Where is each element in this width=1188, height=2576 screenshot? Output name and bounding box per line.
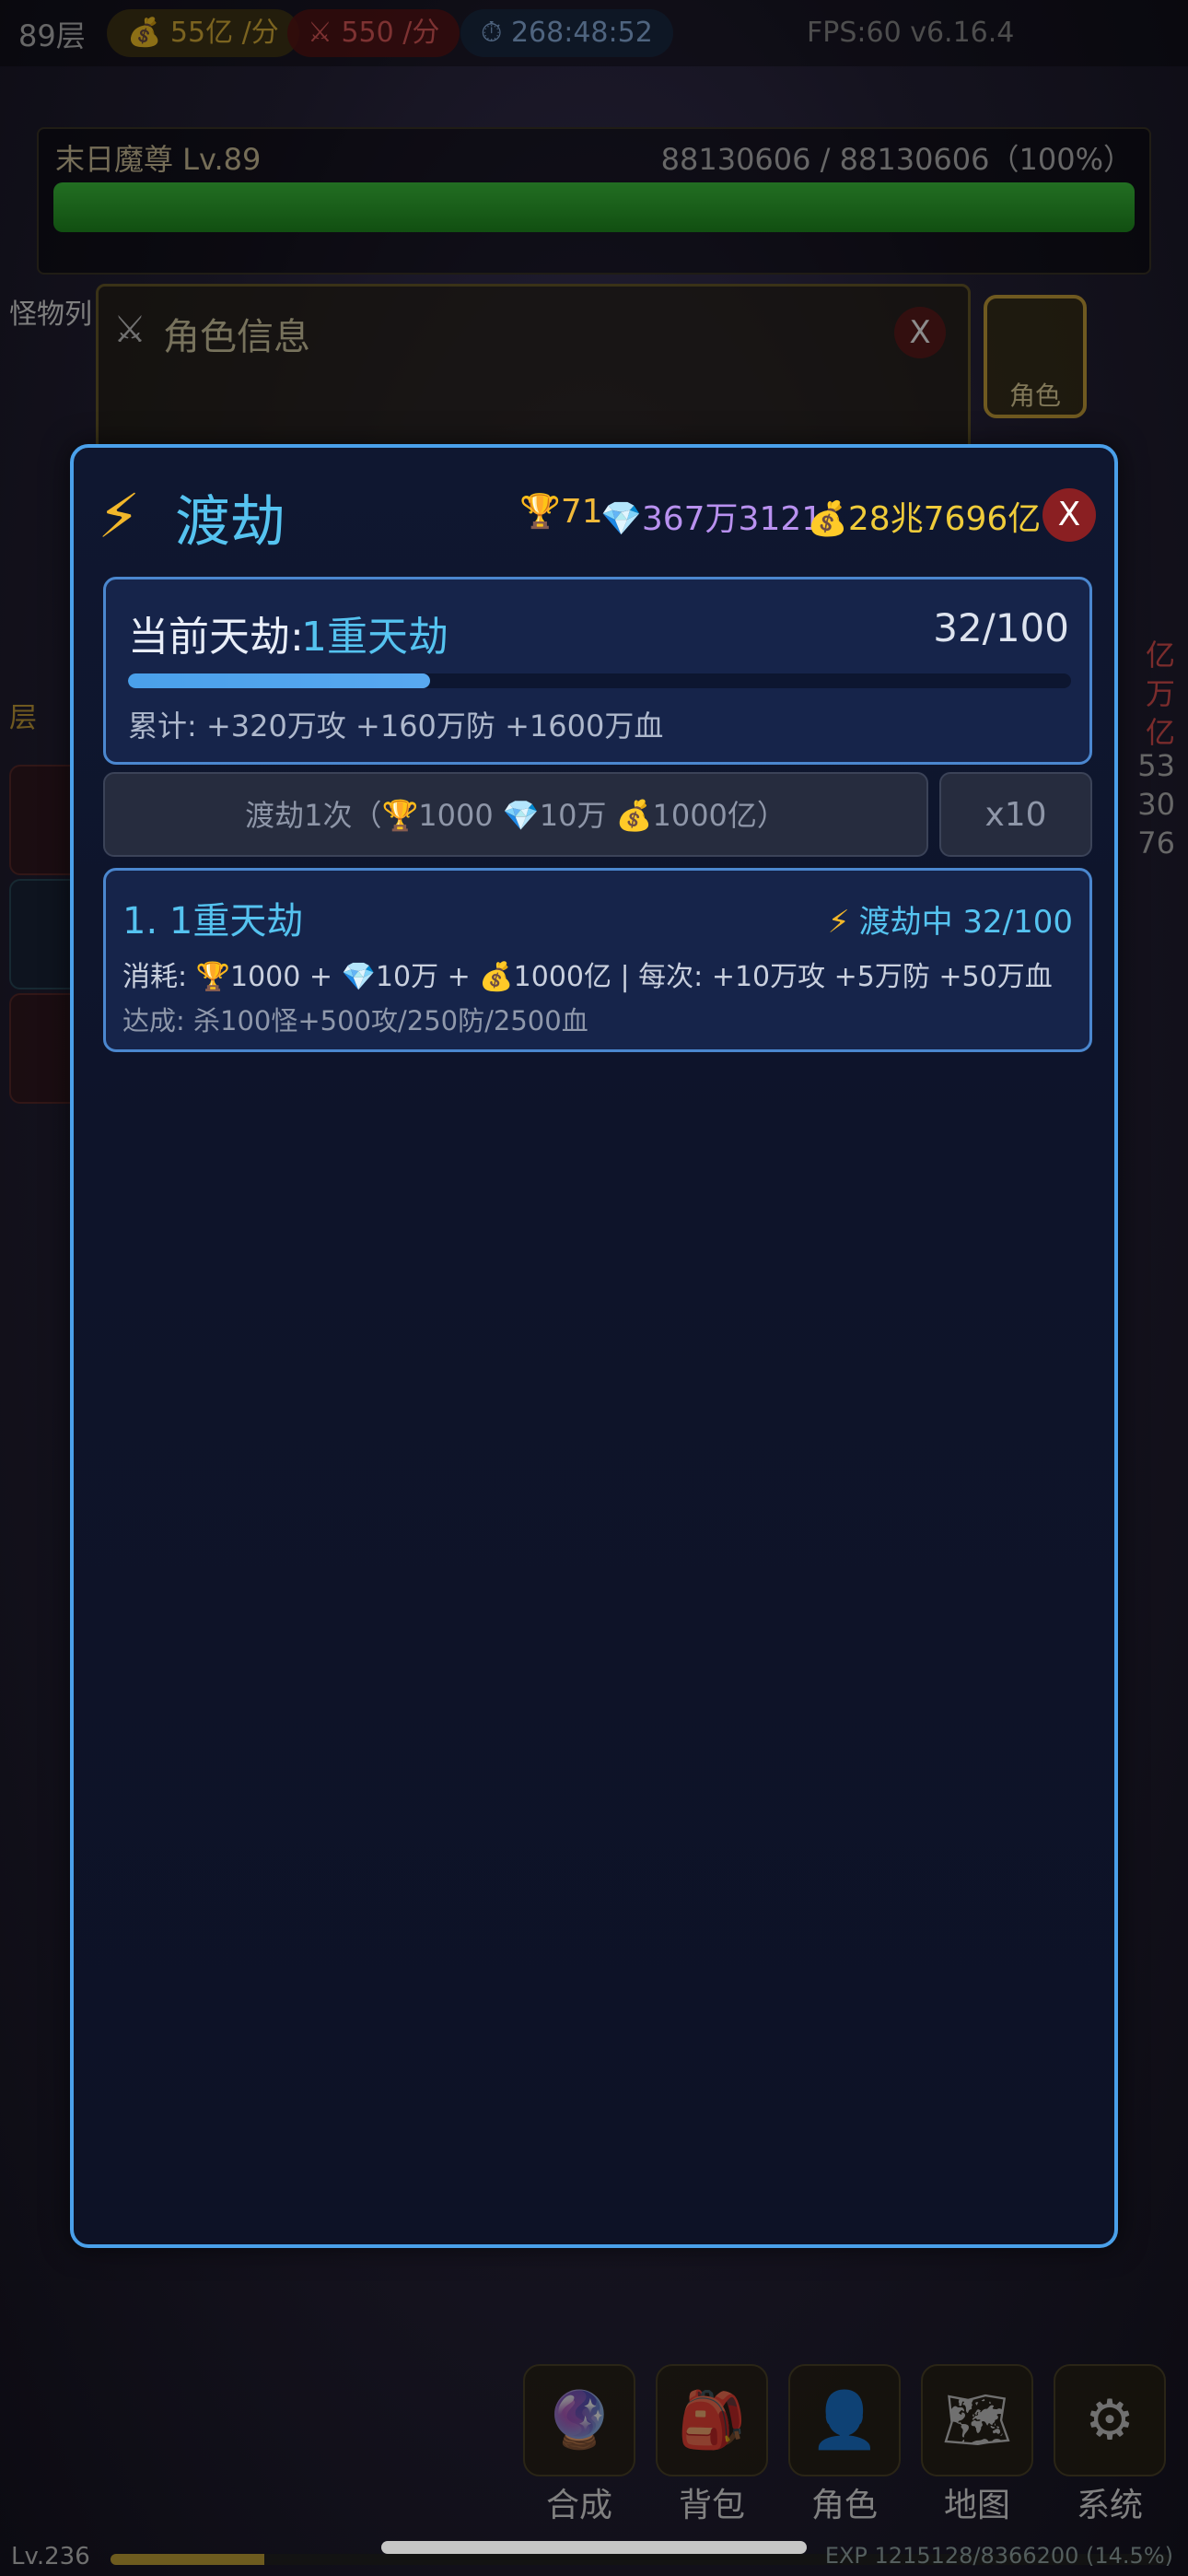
nav-item-backpack[interactable]: 🎒 背包 — [656, 2364, 768, 2526]
map-icon: 🗺 — [921, 2364, 1033, 2476]
lightning-icon: ⚡ — [98, 481, 141, 552]
exp-text: EXP 1215128/8366200 (14.5%) — [824, 2543, 1173, 2569]
current-tribulation-panel: 当前天劫: 1重天劫 32/100 累计: +320万攻 +160万防 +160… — [103, 577, 1092, 765]
current-tribulation-count: 32/100 — [933, 605, 1069, 650]
home-indicator[interactable] — [381, 2541, 807, 2554]
character-close-button[interactable]: X — [894, 307, 946, 358]
cumulative-bonus: 累计: +320万攻 +160万防 +1600万血 — [128, 708, 664, 744]
nav-label: 背包 — [678, 2487, 745, 2524]
attack-rate: 550 — [341, 17, 394, 49]
stage-status: ⚡ 渡劫中 32/100 — [828, 896, 1073, 942]
gold-rate-pill: 💰 55亿 /分 — [107, 9, 299, 57]
right-stat-6: 76 — [1137, 825, 1175, 861]
gem-icon: 💎 — [600, 500, 642, 538]
boss-hp-text: 88130606 / 88130606（100%） — [660, 142, 1133, 177]
timer-value: 268:48:52 — [510, 17, 653, 49]
floor-counter: 89层 — [18, 18, 86, 53]
nav-label: 合成 — [545, 2487, 612, 2524]
nav-item-system[interactable]: ⚙ 系统 — [1054, 2364, 1166, 2526]
nav-item-character[interactable]: 👤 角色 — [788, 2364, 901, 2526]
attack-rate-pill: ⚔ 550 /分 — [287, 9, 460, 57]
stage-reward: 达成: 杀100怪+500攻/250防/2500血 — [122, 1005, 588, 1036]
boss-hp-bar — [53, 182, 1135, 232]
stage-title: 1. 1重天劫 — [122, 900, 304, 943]
monster-list-tab[interactable]: 怪物列 — [9, 291, 92, 332]
trophy-icon: 🏆 — [519, 493, 561, 531]
tribulation-progress-fill — [128, 673, 430, 688]
right-stat-2: 万 — [1145, 676, 1175, 711]
crossed-swords-icon: ⚔ — [308, 17, 332, 49]
current-tribulation-value: 1重天劫 — [301, 614, 448, 661]
lightning-icon: ⚡ — [827, 904, 850, 941]
fps-version: FPS:60 v6.16.4 — [807, 17, 1015, 49]
right-stat-4: 53 — [1137, 748, 1175, 783]
exp-fill — [111, 2554, 264, 2565]
stage-status-text: 渡劫中 32/100 — [858, 904, 1073, 941]
right-stat-3: 亿 — [1145, 715, 1175, 750]
user-icon: 👤 — [788, 2364, 901, 2476]
boss-name: 末日魔尊 Lv.89 — [55, 142, 262, 177]
bottom-navigation: 🔮 合成 🎒 背包 👤 角色 🗺 地图 ⚙ 系统 — [516, 2364, 1179, 2524]
money-bag-icon: 💰 — [127, 17, 162, 49]
role-side-label: 角色 — [1008, 381, 1061, 411]
right-stat-1: 亿 — [1145, 638, 1175, 673]
tribulation-progress-bar — [128, 673, 1071, 688]
boss-hp-panel: 末日魔尊 Lv.89 88130606 / 88130606（100%） — [37, 127, 1151, 275]
modal-title: 渡劫 — [175, 490, 285, 555]
top-status-bar: 89层 💰 55亿 /分 ⚔ 550 /分 ⏱ 268:48:52 FPS:60… — [0, 0, 1188, 66]
trophy-count: 71 — [560, 493, 603, 531]
gold-rate-unit: /分 — [241, 17, 279, 49]
backpack-icon: 🎒 — [656, 2364, 768, 2476]
trophy-resource: 🏆71 — [519, 492, 603, 531]
character-info-title: 角色信息 — [163, 316, 310, 358]
gold-rate: 55亿 — [169, 17, 234, 49]
player-level: Lv.236 — [11, 2543, 90, 2570]
tribulation-stage-card[interactable]: 1. 1重天劫 ⚡ 渡劫中 32/100 消耗: 🏆1000 + 💎10万 + 💰… — [103, 868, 1092, 1052]
current-tribulation-label: 当前天劫: — [128, 614, 304, 661]
boss-hp-fill — [53, 182, 1135, 232]
timer-pill: ⏱ 268:48:52 — [460, 9, 673, 57]
tribulate-ten-button[interactable]: x10 — [939, 772, 1092, 857]
gem-count: 367万3121 — [641, 500, 823, 538]
nav-label: 地图 — [943, 2487, 1010, 2524]
attack-rate-unit: /分 — [402, 17, 440, 49]
nav-label: 系统 — [1076, 2487, 1143, 2524]
gold-count: 28兆7696亿 — [847, 500, 1042, 538]
crossed-swords-icon: ⚔ — [113, 309, 146, 351]
crystal-ball-icon: 🔮 — [523, 2364, 635, 2476]
character-info-panel: ⚔ 角色信息 X — [96, 284, 971, 468]
role-side-button[interactable]: 角色 — [984, 295, 1087, 418]
stage-cost: 消耗: 🏆1000 + 💎10万 + 💰1000亿 | 每次: +10万攻 +5… — [122, 961, 1053, 993]
modal-close-button[interactable]: X — [1042, 488, 1096, 542]
nav-label: 角色 — [810, 2487, 878, 2524]
nav-item-map[interactable]: 🗺 地图 — [921, 2364, 1033, 2526]
right-stat-5: 30 — [1137, 787, 1175, 822]
stopwatch-icon: ⏱ — [481, 17, 503, 49]
tribulation-modal: ⚡ 渡劫 🏆71 💎367万3121 💰28兆7696亿 X 当前天劫: 1重天… — [70, 444, 1118, 2248]
money-bag-icon: 💰 — [807, 500, 848, 538]
gem-resource: 💎367万3121 — [600, 492, 822, 540]
tribulate-once-button[interactable]: 渡劫1次（🏆1000 💎10万 💰1000亿） — [103, 772, 928, 857]
gear-icon: ⚙ — [1054, 2364, 1166, 2476]
gold-resource: 💰28兆7696亿 — [807, 492, 1041, 540]
nav-item-synthesis[interactable]: 🔮 合成 — [523, 2364, 635, 2526]
